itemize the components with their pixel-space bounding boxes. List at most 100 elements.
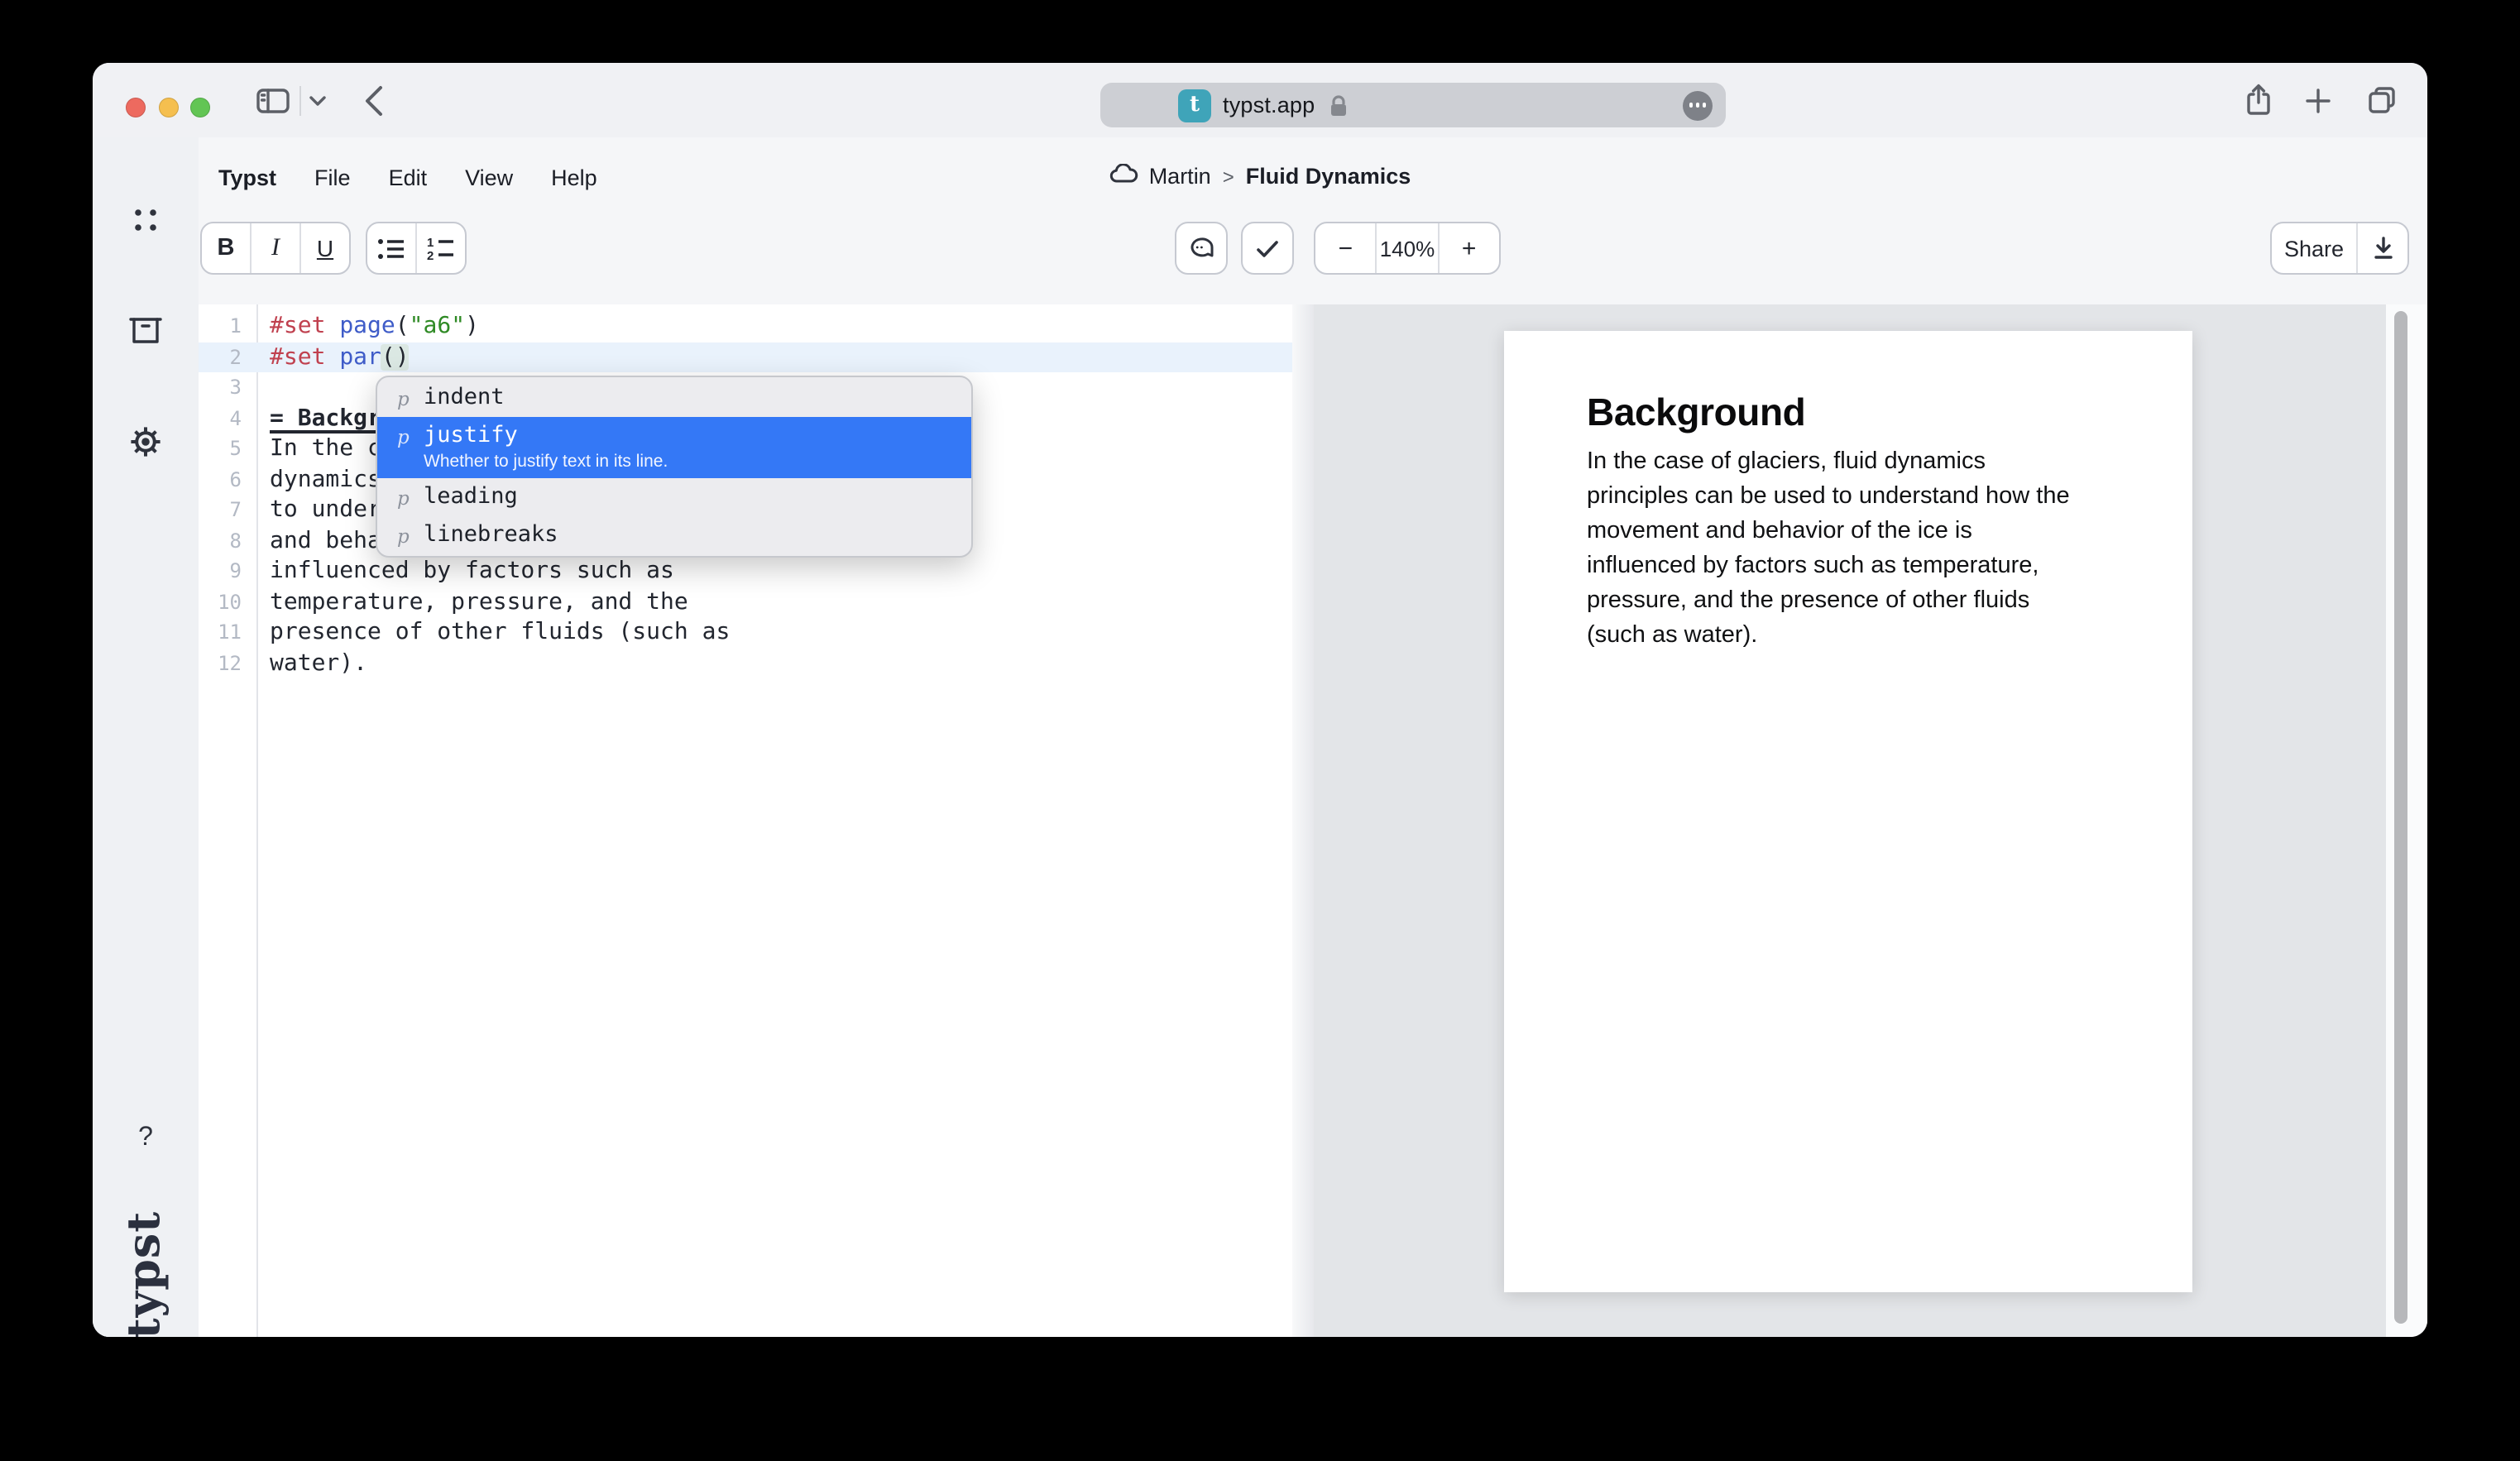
line-number: 3 <box>199 376 256 400</box>
line-number: 10 <box>199 591 256 614</box>
code-line-text: influenced by factors such as <box>256 558 674 585</box>
typst-logo: typst <box>93 1249 199 1301</box>
download-icon[interactable] <box>2356 223 2407 273</box>
menu-item-help[interactable]: Help <box>551 165 597 190</box>
dashboard-grid-icon[interactable] <box>93 207 199 233</box>
code-line[interactable]: 10temperature, pressure, and the <box>199 587 1292 617</box>
format-button-group: B I U <box>200 222 351 275</box>
chevron-down-icon[interactable] <box>306 63 329 137</box>
line-number: 4 <box>199 407 256 430</box>
screenshot-stage: t typst.app <box>0 0 2520 1461</box>
code-line[interactable]: 12water). <box>199 648 1292 678</box>
line-number: 5 <box>199 438 256 461</box>
share-button-group: Share <box>2270 222 2409 275</box>
minimize-window-button[interactable] <box>158 98 178 117</box>
menu-item-edit[interactable]: Edit <box>389 165 428 190</box>
new-tab-button[interactable] <box>2300 63 2336 137</box>
list-button-group: 1 2 <box>366 222 467 275</box>
browser-chrome: t typst.app <box>93 63 2427 137</box>
lock-icon <box>1329 94 1349 117</box>
line-number: 6 <box>199 468 256 491</box>
check-icon[interactable] <box>1243 223 1292 273</box>
preview-heading: Background <box>1587 390 2110 434</box>
zoom-window-button[interactable] <box>189 98 209 117</box>
typst-app: ? typst Typst File Edit View Help Martin > F… <box>93 137 2427 1337</box>
line-number: 8 <box>199 529 256 553</box>
check-button-wrap <box>1241 222 1294 275</box>
parameter-kind-icon: p <box>397 525 424 548</box>
divider <box>299 86 301 116</box>
autocomplete-label: leading <box>424 483 518 511</box>
sidebar-toggle-icon[interactable] <box>255 63 291 137</box>
svg-text:1: 1 <box>427 237 434 250</box>
autocomplete-label: linebreaks <box>424 521 558 549</box>
breadcrumb-separator: > <box>1223 165 1234 188</box>
left-rail: ? typst <box>93 137 199 1337</box>
share-page-icon[interactable] <box>2240 63 2277 137</box>
svg-text:2: 2 <box>427 249 434 260</box>
parameter-kind-icon: p <box>397 387 424 410</box>
autocomplete-label: indent <box>424 384 505 412</box>
code-line[interactable]: 2#set par() <box>199 342 1292 372</box>
code-line-text: #set page("a6") <box>256 314 479 340</box>
parameter-kind-icon: p <box>397 486 424 510</box>
url-text: typst.app <box>1223 83 1315 127</box>
autocomplete-item-indent[interactable]: pindent <box>377 379 971 417</box>
tab-overview-icon[interactable] <box>2361 63 2401 137</box>
menu-bar: Typst File Edit View Help <box>218 165 597 190</box>
site-favicon: t <box>1178 89 1211 122</box>
autocomplete-description: Whether to justify text in its line. <box>424 452 668 473</box>
help-button[interactable]: ? <box>93 1123 199 1153</box>
line-number: 12 <box>199 652 256 675</box>
italic-button[interactable]: I <box>250 223 299 273</box>
breadcrumb: Martin > Fluid Dynamics <box>1109 164 1411 189</box>
code-line[interactable]: 1#set page("a6") <box>199 311 1292 342</box>
browser-window: t typst.app <box>93 63 2427 1337</box>
files-tray-icon[interactable] <box>93 314 199 346</box>
line-number: 1 <box>199 315 256 338</box>
zoom-level[interactable]: 140% <box>1376 223 1438 273</box>
line-number: 9 <box>199 560 256 583</box>
zoom-in-button[interactable]: + <box>1437 223 1499 273</box>
cloud-icon <box>1109 164 1138 189</box>
line-number: 11 <box>199 621 256 644</box>
close-window-button[interactable] <box>125 98 145 117</box>
autocomplete-item-linebreaks[interactable]: plinebreaks <box>377 516 971 554</box>
menu-item-typst[interactable]: Typst <box>218 165 276 190</box>
underline-button[interactable]: U <box>299 223 349 273</box>
menu-item-file[interactable]: File <box>314 165 351 190</box>
pane-resize-gutter[interactable] <box>1292 304 1314 1337</box>
bullet-list-button[interactable] <box>367 223 415 273</box>
code-line[interactable]: 9influenced by factors such as <box>199 556 1292 587</box>
code-line-text: presence of other fluids (such as <box>256 620 730 646</box>
code-line-text: water). <box>256 650 367 677</box>
line-number: 7 <box>199 499 256 522</box>
autocomplete-label: justify <box>424 422 668 450</box>
breadcrumb-document-title[interactable]: Fluid Dynamics <box>1246 164 1411 189</box>
address-bar[interactable]: t typst.app <box>1100 83 1726 127</box>
share-button[interactable]: Share <box>2272 223 2356 273</box>
zoom-out-button[interactable]: − <box>1315 223 1376 273</box>
back-button[interactable] <box>356 63 392 137</box>
autocomplete-item-leading[interactable]: pleading <box>377 478 971 516</box>
bold-button[interactable]: B <box>202 223 250 273</box>
preview-scrollbar-thumb[interactable] <box>2394 311 2407 1324</box>
preview-body-text: In the case of glaciers, fluid dynamics … <box>1587 445 2110 654</box>
autocomplete-item-justify[interactable]: pjustifyWhether to justify text in its l… <box>377 417 971 478</box>
preview-page: Background In the case of glaciers, flui… <box>1504 331 2192 1292</box>
code-line[interactable]: 11presence of other fluids (such as <box>199 617 1292 648</box>
line-number: 2 <box>199 346 256 369</box>
breadcrumb-account[interactable]: Martin <box>1149 164 1211 189</box>
preview-scrollbar-track <box>2386 304 2427 1337</box>
parameter-kind-icon: p <box>397 425 424 448</box>
page-settings-ellipsis-button[interactable] <box>1683 90 1713 120</box>
comment-bubble-icon[interactable] <box>1176 223 1226 273</box>
comment-button-wrap <box>1175 222 1228 275</box>
code-line-text: #set par() <box>256 344 410 371</box>
autocomplete-dropdown: pindentpjustifyWhether to justify text i… <box>376 376 973 558</box>
numbered-list-button[interactable]: 1 2 <box>415 223 465 273</box>
menu-item-view[interactable]: View <box>465 165 513 190</box>
settings-gear-icon[interactable] <box>93 424 199 460</box>
zoom-control-group: − 140% + <box>1314 222 1501 275</box>
code-line-text: temperature, pressure, and the <box>256 589 688 616</box>
